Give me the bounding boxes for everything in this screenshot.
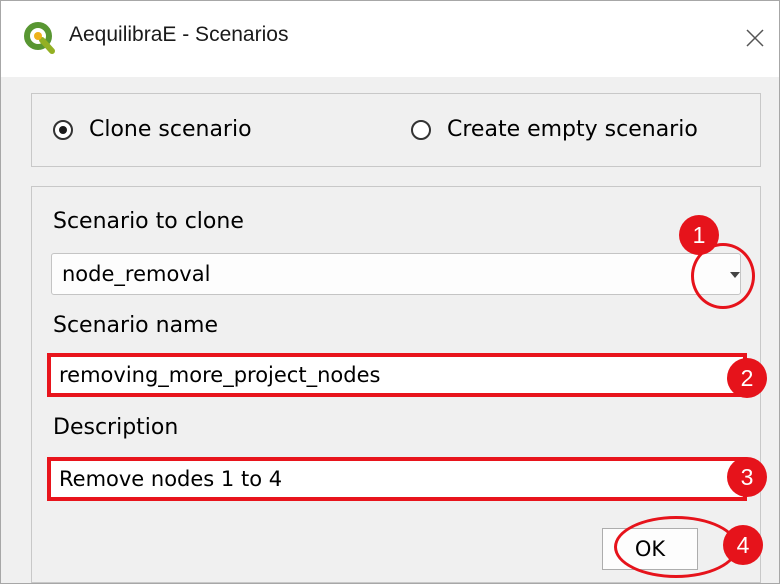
clone-scenario-radio[interactable]: Clone scenario bbox=[53, 117, 252, 142]
window-title: AequilibraE - Scenarios bbox=[69, 23, 289, 46]
scenario-name-label: Scenario name bbox=[53, 313, 219, 338]
scenario-to-clone-value[interactable]: node_removal bbox=[62, 262, 210, 286]
clone-scenario-label[interactable]: Clone scenario bbox=[89, 117, 252, 142]
scenarios-dialog: AequilibraE - Scenarios Clone scenario C… bbox=[0, 0, 780, 584]
description-field[interactable]: Remove nodes 1 to 4 bbox=[47, 457, 747, 501]
annotation-ring-ok bbox=[614, 516, 738, 578]
qgis-logo-icon bbox=[24, 22, 55, 54]
radio-checked-icon[interactable] bbox=[53, 119, 73, 140]
title-bar: AequilibraE - Scenarios bbox=[1, 1, 779, 77]
annotation-marker-2: 2 bbox=[727, 358, 767, 398]
annotation-marker-3: 3 bbox=[727, 457, 767, 497]
description-value[interactable]: Remove nodes 1 to 4 bbox=[59, 467, 282, 491]
scenario-to-clone-dropdown[interactable]: node_removal bbox=[51, 253, 741, 295]
scenario-name-value[interactable]: removing_more_project_nodes bbox=[59, 363, 380, 387]
close-icon[interactable] bbox=[733, 15, 777, 61]
create-empty-scenario-radio[interactable]: Create empty scenario bbox=[411, 117, 698, 142]
description-label: Description bbox=[53, 415, 179, 440]
annotation-marker-4: 4 bbox=[723, 525, 763, 565]
scenario-name-field[interactable]: removing_more_project_nodes bbox=[47, 353, 747, 397]
radio-unchecked-icon[interactable] bbox=[411, 119, 431, 140]
create-empty-scenario-label[interactable]: Create empty scenario bbox=[447, 117, 698, 142]
scenario-to-clone-label: Scenario to clone bbox=[53, 209, 244, 234]
annotation-marker-1: 1 bbox=[679, 215, 719, 255]
